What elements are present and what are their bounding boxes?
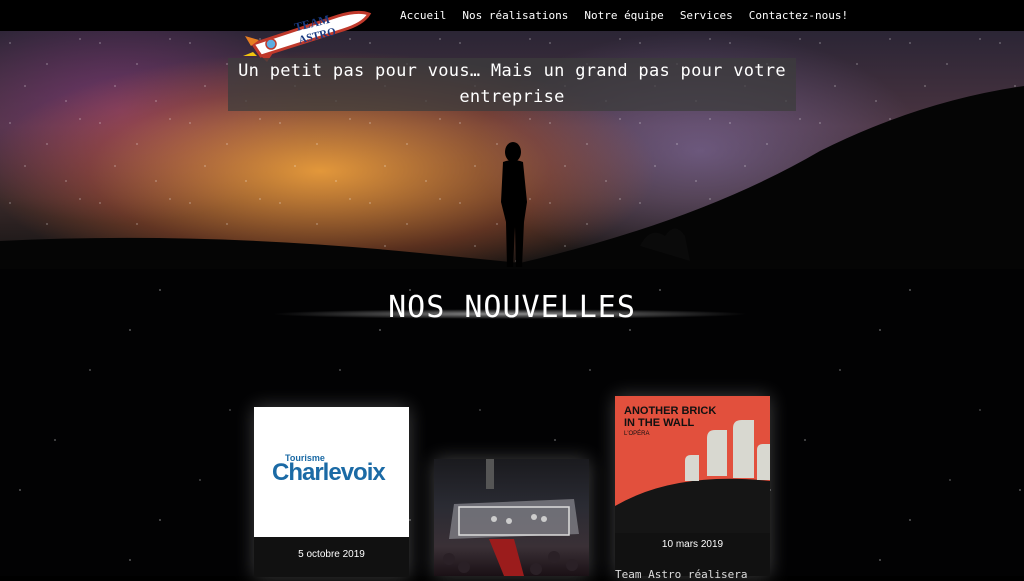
team-astro-logo[interactable]: TEAM ASTRO xyxy=(243,6,373,62)
news-card-another-brick[interactable]: ANOTHER BRICK IN THE WALL L'OPÉRA 10 mar… xyxy=(615,396,770,581)
news-card-theatre[interactable] xyxy=(434,459,589,576)
card-date: 10 mars 2019 xyxy=(661,539,724,550)
nav-realisations[interactable]: Nos réalisations xyxy=(462,9,568,22)
brand-large-text: Charlevoix xyxy=(272,459,386,486)
main-nav: Accueil Nos réalisations Notre équipe Se… xyxy=(392,0,856,31)
card-caption: Team Astro réalisera xyxy=(615,568,748,581)
theatre-image xyxy=(434,459,589,576)
another-brick-poster: ANOTHER BRICK IN THE WALL L'OPÉRA xyxy=(615,396,770,533)
top-nav-bar: Accueil Nos réalisations Notre équipe Se… xyxy=(0,0,1024,31)
card-date: 5 octobre 2019 xyxy=(298,549,365,560)
nav-accueil[interactable]: Accueil xyxy=(400,9,446,22)
person-silhouette xyxy=(501,142,527,267)
nav-equipe[interactable]: Notre équipe xyxy=(584,9,663,22)
nav-services[interactable]: Services xyxy=(680,9,733,22)
nav-contact[interactable]: Contactez-nous! xyxy=(749,9,848,22)
news-section-title: NOS NOUVELLES xyxy=(388,290,636,325)
hero-tagline: Un petit pas pour vous… Mais un grand pa… xyxy=(228,58,796,111)
charlevoix-image: Tourisme Charlevoix xyxy=(254,407,409,537)
news-card-charlevoix[interactable]: Tourisme Charlevoix 5 octobre 2019 xyxy=(254,407,409,577)
